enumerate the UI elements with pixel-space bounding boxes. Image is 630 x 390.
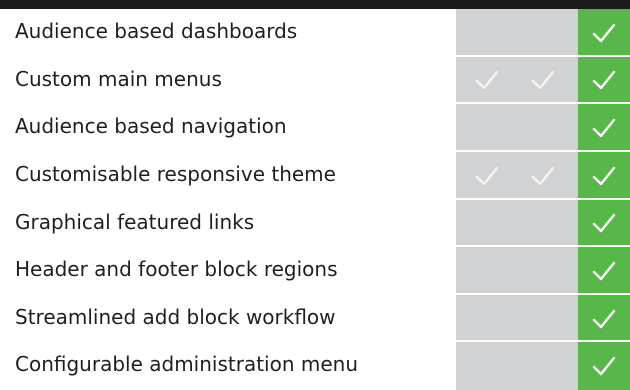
top-rule	[0, 0, 630, 9]
feature-row: Audience based dashboards	[0, 9, 630, 57]
check-icon	[591, 354, 617, 378]
check-icon	[591, 164, 617, 188]
feature-label: Audience based navigation	[15, 114, 287, 139]
feature-row: Custom main menus	[0, 57, 630, 105]
feature-label: Customisable responsive theme	[15, 161, 336, 186]
check-icon	[591, 211, 617, 235]
feature-comparison-table: Audience based dashboards Custom main men…	[0, 9, 630, 390]
check-icon	[591, 68, 617, 92]
check-icon	[591, 21, 617, 45]
feature-row: Header and footer block regions	[0, 247, 630, 295]
check-icon	[591, 259, 617, 283]
feature-label: Streamlined add block workflow	[15, 304, 336, 329]
check-icon	[474, 68, 500, 92]
feature-label: Custom main menus	[15, 66, 222, 91]
check-icon	[591, 116, 617, 140]
feature-label: Audience based dashboards	[15, 19, 298, 43]
feature-row: Configurable administration menu	[0, 342, 630, 390]
feature-row: Customisable responsive theme	[0, 152, 630, 200]
feature-row: Audience based navigation	[0, 104, 630, 152]
feature-label: Header and footer block regions	[15, 257, 338, 282]
feature-row: Streamlined add block workflow	[0, 295, 630, 343]
feature-row: Graphical featured links	[0, 200, 630, 248]
check-icon	[530, 68, 556, 92]
feature-label: Graphical featured links	[15, 209, 255, 234]
check-icon	[591, 307, 617, 331]
check-icon	[530, 164, 556, 188]
check-icon	[474, 164, 500, 188]
feature-label: Configurable administration menu	[15, 352, 359, 377]
